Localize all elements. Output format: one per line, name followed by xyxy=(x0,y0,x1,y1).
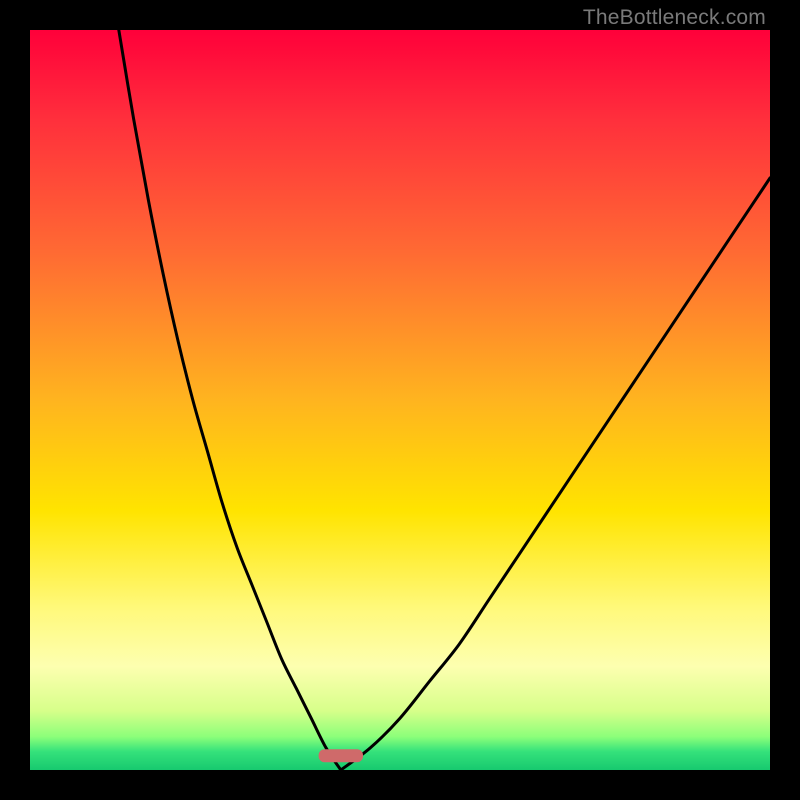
apex-marker xyxy=(319,749,363,762)
bottleneck-chart xyxy=(30,30,770,770)
chart-frame xyxy=(30,30,770,770)
watermark-text: TheBottleneck.com xyxy=(583,6,766,30)
chart-background xyxy=(30,30,770,770)
